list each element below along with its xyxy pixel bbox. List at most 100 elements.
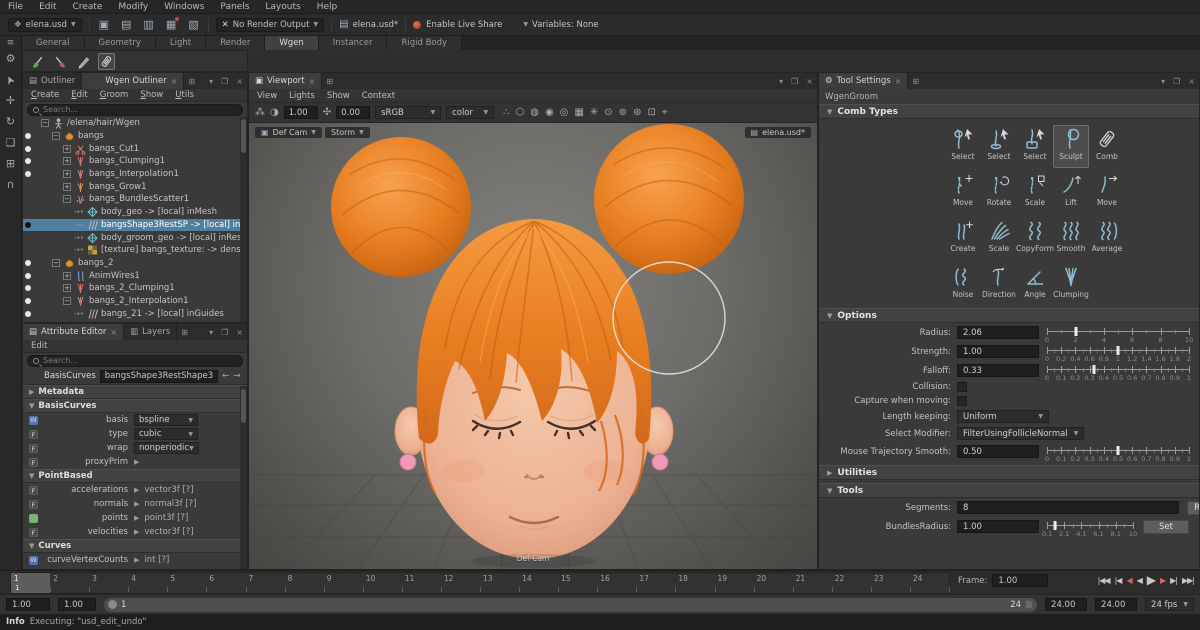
stage-badge[interactable]: ▤ elena.usd*	[339, 19, 398, 30]
tree-item-bangs_Grow1[interactable]: +bangs_Grow1	[23, 180, 247, 193]
expand-toggle[interactable]: −	[41, 119, 49, 127]
magnet-tool-icon[interactable]: ∩	[6, 179, 14, 191]
bundles-radius-field[interactable]: 1.00	[957, 520, 1039, 533]
menu-item-show[interactable]: Show	[327, 91, 350, 101]
length-keeping-dropdown[interactable]: Uniform ▼	[957, 410, 1049, 423]
new-stage-icon[interactable]: ▣	[97, 18, 111, 31]
attr-dropdown[interactable]: cubic▼	[134, 428, 198, 440]
ae-section-metadata[interactable]: ▶Metadata	[23, 385, 247, 399]
shaded-textured-icon[interactable]: ◎	[560, 107, 569, 118]
comb-type-angle-angle[interactable]: Angle	[1017, 263, 1053, 306]
frame-selected-icon[interactable]: ⊡	[647, 107, 655, 118]
visibility-toggle[interactable]	[23, 158, 33, 164]
step-back-button[interactable]: ◀	[1137, 576, 1142, 585]
set-button[interactable]: Set	[1143, 520, 1189, 534]
popout-icon[interactable]: ❐	[217, 73, 232, 89]
comb-type-move-move-dir[interactable]: Move	[1089, 171, 1125, 214]
radius-slider[interactable]: 0246810	[1047, 327, 1189, 344]
visibility-toggle[interactable]	[23, 285, 33, 291]
menu-item-edit[interactable]: Edit	[71, 90, 87, 100]
play-button[interactable]: ▶	[1147, 573, 1155, 587]
select-tool-icon[interactable]: ➤	[3, 73, 18, 86]
exposure-field[interactable]: 1.00	[284, 106, 318, 119]
collision-checkbox[interactable]	[957, 382, 967, 392]
visibility-toggle[interactable]	[23, 146, 33, 152]
menu-item-groom[interactable]: Groom	[100, 90, 129, 100]
menu-item-create[interactable]: Create	[73, 2, 103, 12]
section-utilities[interactable]: ▶ Utilities	[819, 465, 1199, 480]
menu-item-layouts[interactable]: Layouts	[265, 2, 300, 12]
section-comb-types[interactable]: ▼ Comb Types	[819, 104, 1199, 119]
visibility-toggle[interactable]	[23, 298, 33, 304]
light-default-icon[interactable]: ⊚	[619, 107, 627, 118]
groom-brush-red-icon[interactable]	[52, 53, 69, 70]
expand-toggle[interactable]: +	[63, 145, 71, 153]
comb-type-select-select-follicle[interactable]: Select	[981, 125, 1017, 168]
render-output-selector[interactable]: ✕ No Render Output ▼	[216, 18, 325, 32]
capture-when-moving-checkbox[interactable]	[957, 396, 967, 406]
visibility-toggle[interactable]	[23, 260, 33, 266]
save-stage-icon[interactable]: ▥	[141, 18, 155, 31]
menu-item-create[interactable]: Create	[31, 90, 59, 100]
comb-type-move-move[interactable]: Move	[945, 171, 981, 214]
tree-item--elena-hair-Wgen[interactable]: −/elena/hair/Wgen	[23, 117, 247, 130]
menu-item-edit[interactable]: Edit	[31, 341, 47, 351]
groom-brush-green-icon[interactable]	[29, 53, 46, 70]
forward-arrow-icon[interactable]: →	[233, 371, 240, 381]
gamma-field[interactable]: 0.00	[336, 106, 370, 119]
scale-tool-icon[interactable]: ❏	[6, 137, 16, 149]
expand-toggle[interactable]: +	[63, 272, 71, 280]
exposure-icon[interactable]: ◑	[270, 107, 279, 118]
close-icon[interactable]: ×	[802, 73, 817, 89]
rebuild-button[interactable]: Rebuild	[1187, 501, 1200, 515]
add-tab-icon[interactable]: ⊞	[908, 73, 923, 89]
camera-selector[interactable]: ▣ Def Cam ▼	[255, 127, 322, 138]
popout-icon[interactable]: ❐	[1169, 73, 1184, 89]
add-tab-icon[interactable]: ⊞	[322, 73, 337, 89]
expand-toggle[interactable]: −	[52, 132, 60, 140]
expand-toggle[interactable]: +	[63, 157, 71, 165]
range-end-handle[interactable]	[1025, 600, 1033, 609]
slider-handle[interactable]	[1053, 521, 1056, 530]
mouse-trajectory-smooth-slider[interactable]: 00.10.20.30.40.50.60.70.80.91	[1047, 446, 1189, 463]
comb-type-rotate-rotate[interactable]: Rotate	[981, 171, 1017, 214]
menu-item-panels[interactable]: Panels	[220, 2, 249, 12]
snap-tool-icon[interactable]: ⊞	[6, 158, 15, 170]
playback-end-field[interactable]: 24.00	[1045, 598, 1087, 611]
previous-frame-button[interactable]: |◀	[1115, 576, 1122, 585]
section-options[interactable]: ▼ Options	[819, 308, 1199, 323]
expand-toggle[interactable]: −	[63, 195, 71, 203]
chevron-down-icon[interactable]: ▾	[775, 73, 787, 89]
channel-dropdown[interactable]: color ▼	[446, 106, 494, 119]
attr-dropdown[interactable]: bspline▼	[134, 414, 198, 426]
strength-field[interactable]: 1.00	[957, 345, 1039, 358]
comb-type-lift-lift[interactable]: Lift	[1053, 171, 1089, 214]
tree-item-body_geo[interactable]: →•body_geo -> [local] inMesh	[23, 206, 247, 219]
tree-item-bangs_21[interactable]: →•bangs_21 -> [local] inGuides	[23, 307, 247, 320]
live-share-button[interactable]: Enable Live Share	[413, 20, 502, 30]
tree-item--texture-[interactable]: →•[texture] bangs_texture: -> densityMap	[23, 244, 247, 257]
tab-outliner[interactable]: ▤ Outliner	[23, 73, 82, 89]
slider-handle[interactable]	[1092, 365, 1095, 374]
menu-item-edit[interactable]: Edit	[39, 2, 56, 12]
animation-start-field[interactable]: 1.00	[6, 598, 50, 611]
textured-icon[interactable]: ▦	[574, 107, 583, 118]
tree-item-body_groom_geo[interactable]: →•body_groom_geo -> [local] inRestMesh	[23, 231, 247, 244]
tree-item-bangs[interactable]: −bangs	[23, 130, 247, 143]
falloff-field[interactable]: 0.33	[957, 364, 1039, 377]
slider-handle[interactable]	[1117, 346, 1120, 355]
comb-type-direction-direction[interactable]: Direction	[981, 263, 1017, 306]
comb-type-average-average[interactable]: Average	[1089, 217, 1125, 260]
visibility-toggle[interactable]	[23, 311, 33, 317]
workspace-tab-rigid-body[interactable]: Rigid Body	[387, 36, 462, 50]
isolate-icon[interactable]: ∴	[503, 107, 509, 118]
radius-field[interactable]: 2.06	[957, 326, 1039, 339]
comb-type-noise-noise[interactable]: Noise	[945, 263, 981, 306]
menu-item-help[interactable]: Help	[317, 2, 338, 12]
viewport-3d-view[interactable]: ▣ Def Cam ▼ Storm ▼ ▤ elena.usd* Def Cam	[249, 123, 817, 569]
move-tool-icon[interactable]: ✛	[6, 95, 15, 107]
visibility-toggle[interactable]	[23, 133, 33, 139]
playback-start-field[interactable]: 1.00	[58, 598, 96, 611]
go-to-end-button[interactable]: ▶▶|	[1182, 576, 1194, 585]
comb-type-clumping-clumping[interactable]: Clumping	[1053, 263, 1089, 306]
